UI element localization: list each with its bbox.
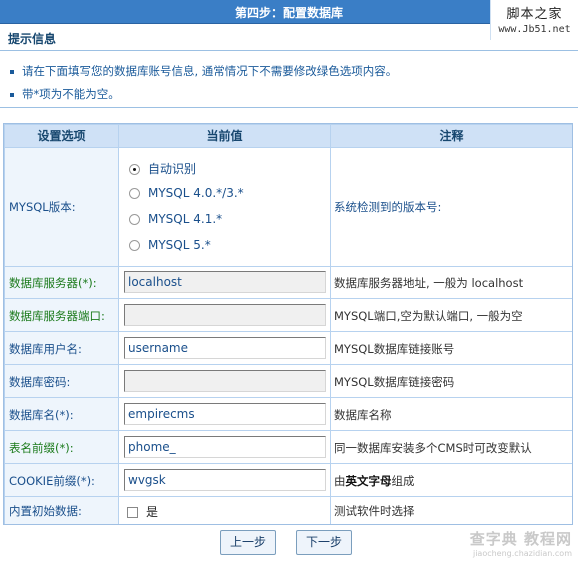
db-name-note: 数据库名称 [334, 408, 392, 422]
next-step-button[interactable]: 下一步 [296, 530, 352, 555]
watermark: 查字典 教程网 jiaocheng.chazidian.com [470, 528, 572, 558]
db-port-note: MYSQL端口,空为默认端口, 一般为空 [334, 309, 523, 323]
config-table: 设置选项 当前值 注释 MYSQL版本: 自动识别 MYSQL 4.0.*/3.… [3, 123, 573, 525]
row-value-cell: wvgsk [119, 464, 330, 496]
cookie-prefix-input[interactable]: wvgsk [124, 469, 326, 491]
radio-mysql-41[interactable]: MYSQL 4.1.* [129, 212, 222, 226]
row-label-cell: 内置初始数据: [5, 497, 118, 524]
db-username-label: 数据库用户名: [9, 342, 82, 356]
tips-box: 请在下面填写您的数据库账号信息, 通常情况下不需要修改绿色选项内容。 带*项为不… [0, 50, 578, 108]
checkbox-icon [127, 507, 138, 518]
row-value-cell [119, 365, 330, 397]
table-prefix-note: 同一数据库安装多个CMS时可改变默认 [334, 441, 532, 455]
row-value-cell [119, 299, 330, 331]
init-data-label: 内置初始数据: [9, 504, 82, 518]
row-value-cell: empirecms [119, 398, 330, 430]
db-password-label: 数据库密码: [9, 375, 71, 389]
tip-text: 带*项为不能为空。 [22, 87, 120, 101]
row-note-cell: 数据库服务器地址, 一般为 localhost [331, 267, 572, 298]
row-label-cell: 数据库服务器(*): [5, 267, 118, 298]
db-name-input[interactable]: empirecms [124, 403, 326, 425]
db-server-label: 数据库服务器(*): [9, 276, 97, 290]
row-note-cell: 测试软件时选择 [331, 497, 572, 524]
header-value: 当前值 [119, 125, 330, 147]
row-note-cell: MYSQL数据库链接账号 [331, 332, 572, 364]
radio-checked-icon [129, 164, 140, 175]
row-value-cell: localhost [119, 267, 330, 298]
radio-mysql-5[interactable]: MYSQL 5.* [129, 238, 211, 252]
db-username-input[interactable]: username [124, 337, 326, 359]
table-prefix-label: 表名前缀(*): [9, 441, 74, 455]
row-note-cell: 由英文字母组成 [331, 464, 572, 496]
row-value-cell: 是 [119, 497, 330, 524]
db-server-input[interactable]: localhost [124, 271, 326, 293]
db-name-label: 数据库名(*): [9, 408, 74, 422]
mysql-version-label: MYSQL版本: [9, 200, 76, 214]
row-value-cell: username [119, 332, 330, 364]
cookie-prefix-label: COOKIE前缀(*): [9, 474, 95, 488]
init-data-note: 测试软件时选择 [334, 504, 415, 518]
mysql-version-options: 自动识别 MYSQL 4.0.*/3.* MYSQL 4.1.* MYSQL 5… [119, 148, 330, 266]
bullet-icon [10, 92, 14, 97]
init-data-checkbox[interactable]: 是 [127, 503, 158, 520]
row-label-cell: 表名前缀(*): [5, 431, 118, 463]
radio-unchecked-icon [129, 188, 140, 199]
radio-auto-detect[interactable]: 自动识别 [129, 160, 196, 177]
header-setting: 设置选项 [5, 125, 118, 147]
tips-heading: 提示信息 [8, 32, 57, 46]
mysql-version-note: 系统检测到的版本号: [334, 200, 442, 214]
site-logo-name: 脚本之家 [506, 7, 563, 22]
row-note-cell: 同一数据库安装多个CMS时可改变默认 [331, 431, 572, 463]
tip-item: 带*项为不能为空。 [10, 86, 120, 102]
row-value-cell: phome_ [119, 431, 330, 463]
tip-text: 请在下面填写您的数据库账号信息, 通常情况下不需要修改绿色选项内容。 [22, 64, 398, 78]
db-password-input[interactable] [124, 370, 326, 392]
db-username-note: MYSQL数据库链接账号 [334, 342, 455, 356]
header-note: 注释 [331, 125, 572, 147]
watermark-url: jiaocheng.chazidian.com [472, 549, 572, 558]
watermark-title: 查字典 教程网 [469, 530, 572, 548]
mysql-version-label-cell: MYSQL版本: [5, 148, 118, 266]
row-note-cell: MYSQL数据库链接密码 [331, 365, 572, 397]
row-label-cell: 数据库密码: [5, 365, 118, 397]
row-label-cell: 数据库服务器端口: [5, 299, 118, 331]
row-note-cell: 数据库名称 [331, 398, 572, 430]
row-note-cell: MYSQL端口,空为默认端口, 一般为空 [331, 299, 572, 331]
db-port-label: 数据库服务器端口: [9, 309, 105, 323]
row-label-cell: COOKIE前缀(*): [5, 464, 118, 496]
radio-unchecked-icon [129, 214, 140, 225]
tip-item: 请在下面填写您的数据库账号信息, 通常情况下不需要修改绿色选项内容。 [10, 63, 397, 79]
prev-step-button[interactable]: 上一步 [220, 530, 276, 555]
radio-unchecked-icon [129, 240, 140, 251]
bullet-icon [10, 69, 14, 74]
row-label-cell: 数据库名(*): [5, 398, 118, 430]
radio-mysql-40[interactable]: MYSQL 4.0.*/3.* [129, 186, 244, 200]
row-label-cell: 数据库用户名: [5, 332, 118, 364]
site-logo-url: www.Jb51.net [498, 24, 571, 35]
mysql-version-note-cell: 系统检测到的版本号: [331, 148, 572, 266]
db-port-input[interactable] [124, 304, 326, 326]
table-prefix-input[interactable]: phome_ [124, 436, 326, 458]
db-server-note: 数据库服务器地址, 一般为 localhost [334, 276, 524, 290]
cookie-prefix-note: 由英文字母组成 [334, 474, 415, 488]
site-logo: 脚本之家 www.Jb51.net [490, 0, 578, 40]
db-password-note: MYSQL数据库链接密码 [334, 375, 455, 389]
